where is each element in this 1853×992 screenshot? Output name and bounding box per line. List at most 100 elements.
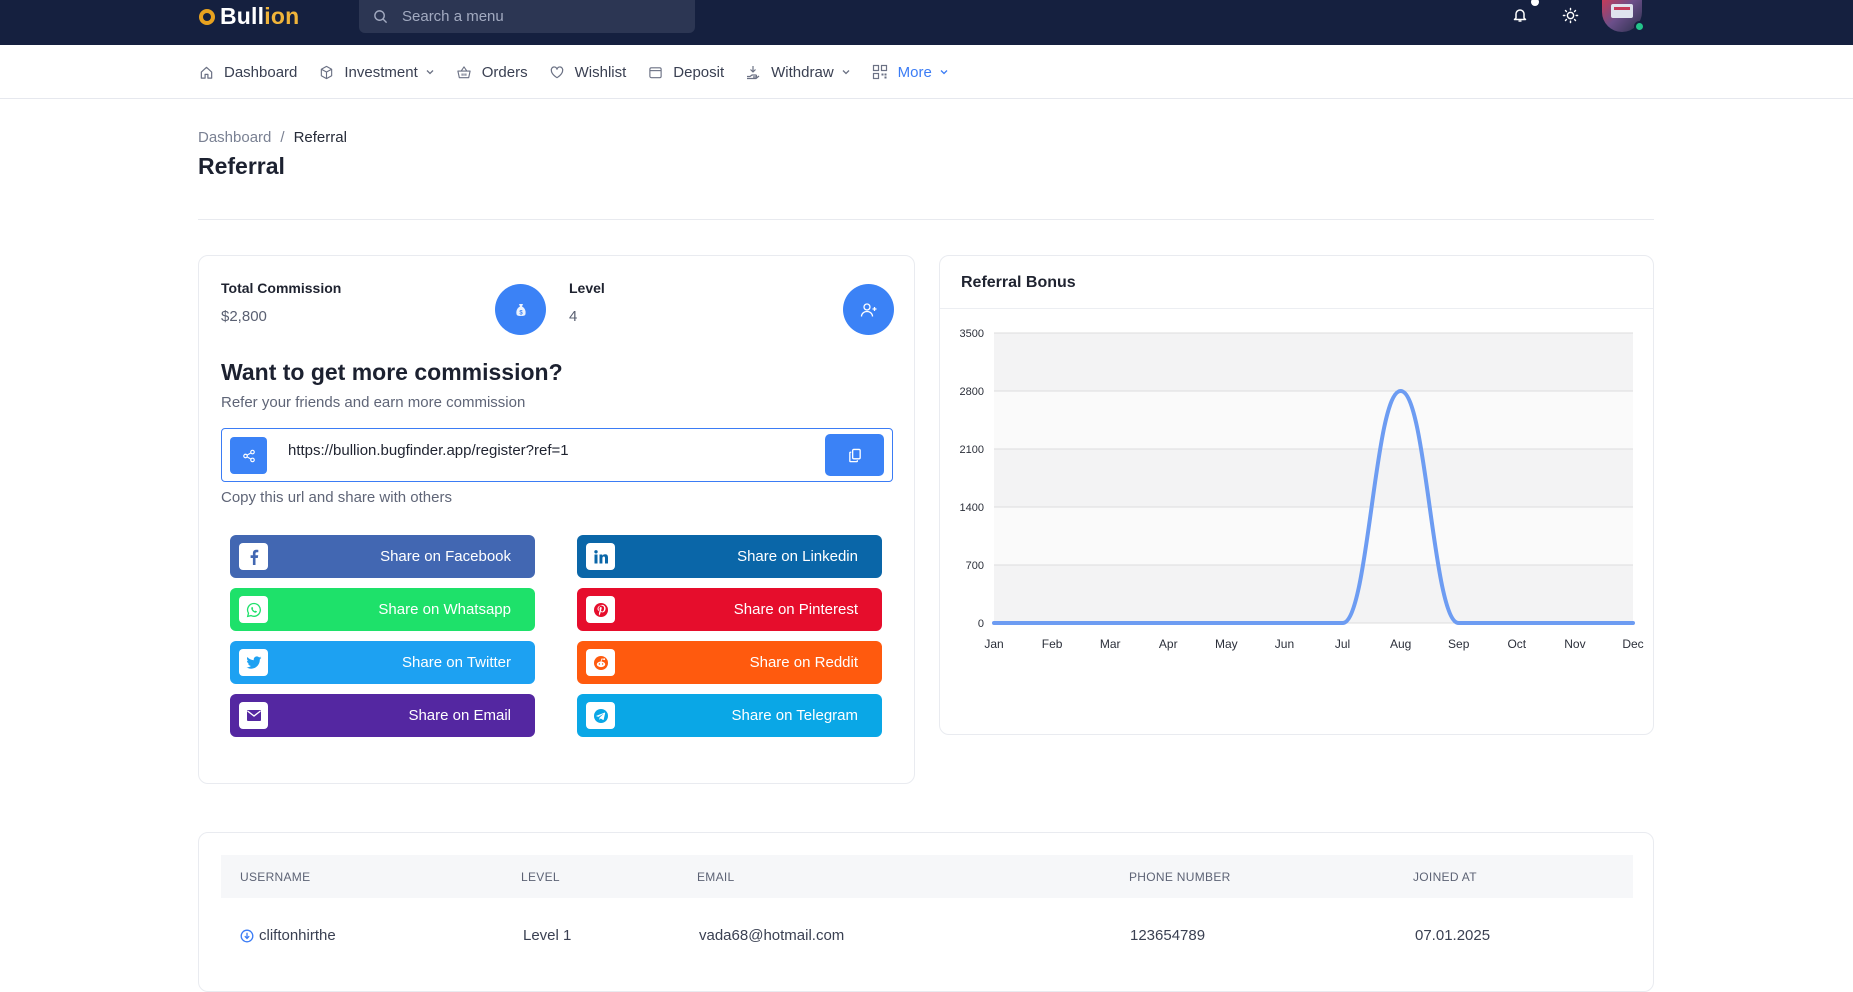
- share-whatsapp-button[interactable]: Share on Whatsapp: [230, 588, 535, 631]
- x-tick-label: Jun: [1275, 637, 1294, 651]
- copy-url-button[interactable]: [825, 434, 884, 476]
- y-tick-label: 2100: [960, 444, 984, 456]
- y-tick-label: 0: [978, 618, 984, 630]
- nav-item-orders[interactable]: Orders: [456, 64, 528, 81]
- level-stat: Level 4: [569, 280, 605, 325]
- chart-header: Referral Bonus: [940, 256, 1653, 309]
- referral-bonus-card: Referral Bonus 0 700 1400 2100 2800 3500 Jan Fe…: [939, 255, 1654, 735]
- top-bar: Bullion: [0, 0, 1853, 45]
- share-link-button[interactable]: [230, 437, 267, 474]
- x-tick-label: Nov: [1564, 637, 1585, 651]
- y-tick-label: 2800: [960, 386, 984, 398]
- share-icon: [242, 449, 255, 462]
- stat-label: Level: [569, 280, 605, 296]
- user-avatar[interactable]: [1602, 0, 1645, 32]
- chevron-down-icon: [940, 70, 948, 75]
- notification-dot: [1531, 0, 1539, 6]
- promo-subtitle: Refer your friends and earn more commiss…: [221, 394, 526, 411]
- brand-logo[interactable]: Bullion: [199, 3, 299, 30]
- money-bag-icon: $: [515, 303, 526, 316]
- search-input[interactable]: [402, 8, 662, 25]
- share-pinterest-button[interactable]: Share on Pinterest: [577, 588, 882, 631]
- level-cell: Level 1: [523, 927, 572, 944]
- chevron-down-icon: [426, 70, 434, 75]
- share-telegram-button[interactable]: Share on Telegram: [577, 694, 882, 737]
- column-header-joined: JOINED AT: [1413, 870, 1477, 884]
- share-email-button[interactable]: Share on Email: [230, 694, 535, 737]
- share-reddit-button[interactable]: Share on Reddit: [577, 641, 882, 684]
- main-navigation: Dashboard Investment Orders Wishlist Dep…: [0, 45, 1853, 99]
- header-divider: [198, 219, 1654, 220]
- y-tick-label: 3500: [960, 328, 984, 340]
- withdraw-icon: [747, 66, 760, 80]
- search-icon: [374, 10, 388, 24]
- chart-title: Referral Bonus: [961, 274, 1076, 291]
- x-tick-label: Sep: [1448, 637, 1470, 651]
- level-badge: [843, 284, 894, 335]
- copy-icon: [848, 448, 861, 462]
- phone-cell: 123654789: [1130, 927, 1206, 944]
- linkedin-icon: [593, 549, 608, 563]
- basket-icon: [457, 65, 471, 78]
- bell-icon: [1513, 9, 1527, 22]
- share-twitter-button[interactable]: Share on Twitter: [230, 641, 535, 684]
- column-header-email: EMAIL: [697, 870, 735, 884]
- avatar-image: [1611, 4, 1633, 18]
- x-tick-label: Jan: [984, 637, 1003, 651]
- commission-badge: $: [495, 284, 546, 335]
- nav-item-dashboard[interactable]: Dashboard: [198, 64, 297, 81]
- x-tick-label: Jul: [1335, 637, 1350, 651]
- referral-url-input[interactable]: [288, 442, 828, 459]
- stat-value: $2,800: [221, 308, 267, 325]
- nav-item-deposit[interactable]: Deposit: [647, 64, 724, 81]
- grid-band: [994, 565, 1633, 623]
- home-icon: [200, 66, 212, 79]
- breadcrumb-link-dashboard[interactable]: Dashboard: [198, 129, 271, 146]
- username-cell[interactable]: cliftonhirthe: [240, 927, 336, 944]
- nav-item-withdraw[interactable]: Withdraw: [745, 64, 851, 81]
- referral-bonus-chart: 0 700 1400 2100 2800 3500 Jan Feb Mar Apr May Jun Ju…: [960, 328, 1644, 651]
- column-header-username: USERNAME: [240, 870, 311, 884]
- share-facebook-button[interactable]: Share on Facebook: [230, 535, 535, 578]
- grid-band: [994, 391, 1633, 449]
- breadcrumb-current: Referral: [293, 129, 347, 146]
- grid-band: [994, 449, 1633, 507]
- box-icon: [320, 65, 333, 79]
- breadcrumb-separator: /: [280, 129, 285, 146]
- referral-link-field: [221, 428, 893, 482]
- x-tick-label: Mar: [1100, 637, 1121, 651]
- table-header: USERNAME LEVEL EMAIL PHONE NUMBER JOINED…: [221, 855, 1633, 898]
- facebook-icon: [250, 549, 258, 565]
- grid-band: [994, 333, 1633, 391]
- x-tick-label: Apr: [1159, 637, 1178, 651]
- promo-title: Want to get more commission?: [221, 359, 563, 385]
- breadcrumb: Dashboard / Referral: [198, 129, 347, 146]
- pinterest-icon: [593, 602, 608, 617]
- nav-item-wishlist[interactable]: Wishlist: [549, 64, 626, 81]
- referral-hint: Copy this url and share with others: [221, 489, 452, 506]
- theme-toggle-button[interactable]: [1559, 4, 1581, 26]
- x-tick-label: Oct: [1507, 637, 1526, 651]
- referral-table-card: USERNAME LEVEL EMAIL PHONE NUMBER JOINED…: [198, 832, 1654, 992]
- chevron-down-icon: [842, 70, 850, 75]
- page-title: Referral: [198, 153, 285, 179]
- wallet-icon: [649, 66, 662, 78]
- whatsapp-icon: [246, 602, 261, 617]
- search-bar[interactable]: [359, 0, 695, 33]
- online-status-dot: [1634, 21, 1645, 32]
- y-tick-label: 700: [966, 560, 984, 572]
- column-header-level: LEVEL: [521, 870, 560, 884]
- nav-item-more[interactable]: More: [872, 64, 949, 81]
- logo-mark-icon: [199, 8, 215, 25]
- telegram-icon: [593, 708, 608, 723]
- nav-item-investment[interactable]: Investment: [318, 64, 434, 81]
- heart-icon: [550, 65, 563, 78]
- reddit-icon: [593, 655, 608, 670]
- stat-value: 4: [569, 308, 578, 325]
- grid-icon: [872, 64, 887, 80]
- expand-row-icon[interactable]: [240, 929, 254, 943]
- joined-cell: 07.01.2025: [1415, 927, 1491, 944]
- share-linkedin-button[interactable]: Share on Linkedin: [577, 535, 882, 578]
- notifications-button[interactable]: [1509, 0, 1539, 26]
- twitter-icon: [245, 655, 261, 669]
